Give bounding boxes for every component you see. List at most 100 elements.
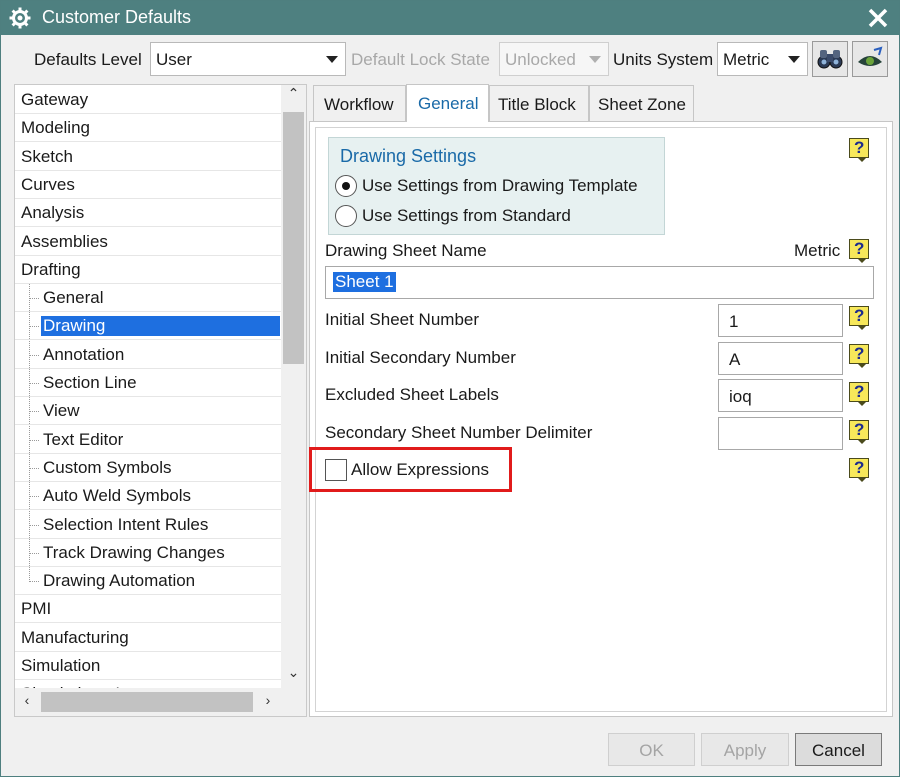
tree-guide-line — [29, 496, 39, 498]
tree-item-assemblies[interactable]: Assemblies — [15, 228, 282, 256]
tab-label: General — [418, 94, 479, 113]
tree-item-auto-weld-symbols[interactable]: Auto Weld Symbols — [15, 482, 282, 511]
help-icon[interactable]: ? — [849, 382, 871, 406]
tree-item-analysis[interactable]: Analysis — [15, 199, 282, 228]
tree-item-simulation[interactable]: Simulation — [15, 652, 282, 680]
units-system-value: Metric — [723, 50, 770, 69]
tree-guide-line — [29, 411, 39, 413]
use-template-label: Use Settings from Drawing Template — [362, 176, 638, 195]
scroll-thumb[interactable] — [41, 692, 253, 712]
tree-horizontal-scrollbar[interactable]: ‹ › — [15, 688, 282, 716]
tree-item-label: Assemblies — [21, 231, 108, 251]
tree-item-label: Modeling — [21, 118, 90, 138]
drawing-sheet-name-label: Drawing Sheet Name — [325, 241, 487, 260]
tree-item-drawing-automation[interactable]: Drawing Automation — [15, 567, 282, 596]
find-default-button[interactable] — [812, 41, 848, 77]
initial-sheet-number-input[interactable]: 1 — [718, 304, 843, 337]
tab-label: Title Block — [498, 95, 576, 114]
secondary-sheet-number-delimiter-input[interactable] — [718, 417, 843, 450]
scroll-left-icon[interactable]: ‹ — [17, 692, 37, 712]
scroll-down-icon[interactable]: ⌄ — [281, 664, 306, 689]
drawing-settings-group: Drawing Settings Use Settings from Drawi… — [328, 137, 665, 235]
tree-item-label: Selection Intent Rules — [43, 514, 209, 534]
tree-item-drafting[interactable]: Drafting — [15, 256, 282, 284]
apply-button[interactable]: Apply — [701, 733, 789, 766]
use-template-radio[interactable] — [335, 175, 357, 197]
initial-secondary-number-value: A — [729, 350, 741, 369]
help-icon[interactable]: ? — [849, 306, 871, 330]
tree-item-label: Track Drawing Changes — [43, 542, 225, 562]
tree-item-pmi[interactable]: PMI — [15, 595, 282, 624]
category-tree: Gateway Modeling Sketch Curves Analysis Assem… — [14, 84, 307, 717]
scroll-up-icon[interactable]: ⌃ — [281, 85, 306, 110]
tree-item-drawing[interactable]: Drawing — [15, 312, 282, 341]
cancel-button[interactable]: Cancel — [795, 733, 882, 766]
tree-item-label: Analysis — [21, 203, 85, 223]
title-bar: Customer Defaults — [1, 1, 899, 35]
tab-general[interactable]: General — [406, 84, 489, 122]
tree-item-annotation[interactable]: Annotation — [15, 340, 282, 369]
tree-item-manufacturing[interactable]: Manufacturing — [15, 624, 282, 652]
tree-item-text-editor[interactable]: Text Editor — [15, 425, 282, 454]
tree-item-view[interactable]: View — [15, 397, 282, 426]
chevron-down-icon — [326, 56, 338, 63]
tree-item-track-drawing-changes[interactable]: Track Drawing Changes — [15, 538, 282, 567]
tab-label: Sheet Zone — [598, 95, 686, 114]
tree-item-label: PMI — [21, 599, 52, 619]
help-icon[interactable]: ? — [849, 239, 871, 263]
tab-sheet-zone[interactable]: Sheet Zone — [589, 85, 694, 121]
tree-item-label: Manufacturing — [21, 627, 129, 647]
scroll-right-icon[interactable]: › — [258, 692, 278, 712]
units-system-select[interactable]: Metric — [717, 42, 808, 76]
tab-workflow[interactable]: Workflow — [313, 85, 406, 121]
dark-eye-icon — [858, 46, 883, 66]
customer-defaults-dialog: Customer Defaults Defaults Level User De… — [0, 0, 900, 777]
tree-item-label: Section Line — [43, 373, 137, 392]
secondary-sheet-number-delimiter-label: Secondary Sheet Number Delimiter — [325, 423, 593, 442]
gear-icon — [9, 7, 31, 29]
drawing-sheet-name-input[interactable]: Sheet 1 — [325, 266, 874, 299]
tree-guide-line — [29, 439, 39, 441]
units-indicator: Metric — [794, 241, 841, 260]
tree-item-label: Sketch — [21, 146, 73, 166]
tree-vertical-scrollbar[interactable]: ⌃ ⌄ — [281, 85, 306, 689]
tree-item-sketch[interactable]: Sketch — [15, 143, 282, 171]
excluded-sheet-labels-value: ioq — [729, 387, 752, 406]
tree-guide-line — [29, 552, 39, 554]
defaults-level-select[interactable]: User — [150, 42, 346, 76]
tab-title-block[interactable]: Title Block — [489, 85, 589, 121]
tree-item-section-line[interactable]: Section Line — [15, 369, 282, 397]
help-icon[interactable]: ? — [849, 138, 871, 162]
tree-item-modeling[interactable]: Modeling — [15, 114, 282, 143]
chevron-down-icon — [788, 56, 800, 63]
tree-item-curves[interactable]: Curves — [15, 171, 282, 199]
default-lock-state-value: Unlocked — [505, 50, 576, 69]
tree-item-general[interactable]: General — [15, 284, 282, 313]
tree-item-selection-intent-rules[interactable]: Selection Intent Rules — [15, 510, 282, 539]
tree-item-label: General — [43, 288, 104, 308]
scroll-thumb[interactable] — [283, 112, 304, 364]
defaults-level-value: User — [156, 50, 192, 69]
allow-expressions-highlight — [309, 447, 512, 492]
excluded-sheet-labels-input[interactable]: ioq — [718, 379, 843, 412]
tree-item-custom-symbols[interactable]: Custom Symbols — [15, 453, 282, 482]
manage-defaults-button[interactable] — [852, 41, 888, 77]
defaults-toolbar: Defaults Level User Default Lock State U… — [1, 35, 899, 83]
help-icon[interactable]: ? — [849, 458, 871, 482]
tree-item-gateway[interactable]: Gateway — [15, 86, 282, 114]
initial-sheet-number-label: Initial Sheet Number — [325, 310, 480, 329]
initial-secondary-number-label: Initial Secondary Number — [325, 348, 516, 367]
help-icon[interactable]: ? — [849, 420, 871, 444]
use-standard-radio[interactable] — [335, 205, 357, 227]
close-icon[interactable] — [865, 5, 891, 31]
tree-guide-line — [29, 298, 39, 300]
tree-guide-line — [29, 524, 39, 526]
tree-item-label: Curves — [21, 174, 75, 194]
ok-button[interactable]: OK — [608, 733, 695, 766]
use-standard-label: Use Settings from Standard — [362, 206, 571, 225]
scroll-corner — [281, 688, 306, 716]
settings-area: Drawing Settings Use Settings from Drawi… — [315, 127, 887, 712]
excluded-sheet-labels-label: Excluded Sheet Labels — [325, 385, 499, 404]
initial-secondary-number-input[interactable]: A — [718, 342, 843, 375]
help-icon[interactable]: ? — [849, 344, 871, 368]
